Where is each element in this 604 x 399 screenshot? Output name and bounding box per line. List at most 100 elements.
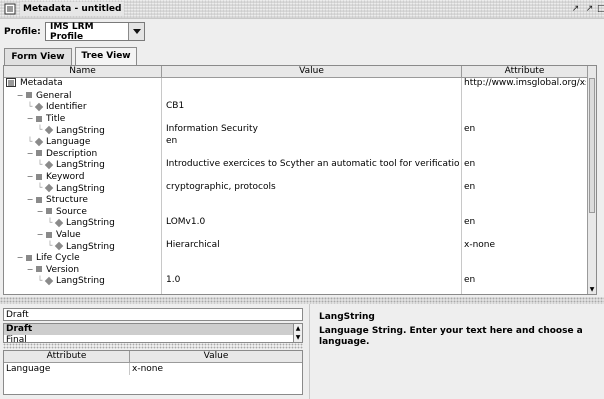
- list-scrollbar[interactable]: ▲ ▼: [293, 324, 302, 342]
- name-cell[interactable]: − Value: [4, 229, 160, 241]
- name-cell[interactable]: − Version: [4, 264, 160, 276]
- scroll-thumb[interactable]: [589, 78, 595, 213]
- value-cell[interactable]: [166, 252, 460, 264]
- editor-split-divider[interactable]: [3, 343, 303, 349]
- attribute-cell[interactable]: [464, 101, 586, 113]
- attribute-cell[interactable]: [464, 113, 586, 125]
- value-input[interactable]: Draft: [3, 308, 303, 321]
- value-list[interactable]: Draft Final ▲ ▼: [3, 323, 303, 343]
- table-row[interactable]: └ LangString cryptographic, protocols en: [4, 182, 596, 194]
- attribute-cell[interactable]: http://www.imsglobal.org/xs...: [464, 78, 586, 90]
- minimize-icon[interactable]: ↗: [570, 4, 581, 15]
- value-cell[interactable]: x-none: [130, 363, 302, 375]
- attribute-cell[interactable]: [464, 171, 586, 183]
- maximize-icon[interactable]: ↗: [584, 4, 595, 15]
- expander-icon[interactable]: −: [26, 171, 34, 183]
- name-cell[interactable]: └ LangString: [4, 159, 160, 171]
- expander-icon[interactable]: −: [36, 229, 44, 241]
- attribute-cell[interactable]: en: [464, 217, 586, 229]
- table-row[interactable]: − Title: [4, 113, 596, 125]
- name-cell[interactable]: − Life Cycle: [4, 252, 160, 264]
- value-cell[interactable]: 1.0: [166, 275, 460, 287]
- value-cell[interactable]: [166, 148, 460, 160]
- name-cell[interactable]: └ LangString: [4, 124, 160, 136]
- tab-form-view[interactable]: Form View: [4, 48, 72, 65]
- attribute-cell[interactable]: [464, 90, 586, 102]
- table-row[interactable]: └ LangString Information Security en: [4, 124, 596, 136]
- attribute-cell[interactable]: [464, 206, 586, 218]
- profile-select[interactable]: IMS LRM Profile: [45, 22, 145, 42]
- list-item[interactable]: Draft: [4, 324, 302, 335]
- name-cell[interactable]: − Source: [4, 206, 160, 218]
- attribute-cell[interactable]: x-none: [464, 240, 586, 252]
- table-row[interactable]: └ Language en: [4, 136, 596, 148]
- attribute-cell[interactable]: en: [464, 159, 586, 171]
- value-cell[interactable]: [166, 206, 460, 218]
- value-cell[interactable]: [166, 229, 460, 241]
- value-cell[interactable]: Introductive exercices to Scyther an aut…: [166, 159, 460, 171]
- value-cell[interactable]: cryptographic, protocols: [166, 182, 460, 194]
- value-cell[interactable]: Information Security: [166, 124, 460, 136]
- name-cell[interactable]: └ LangString: [4, 240, 160, 252]
- table-row[interactable]: └ Identifier CB1: [4, 101, 596, 113]
- column-header-value[interactable]: Value: [130, 351, 302, 363]
- value-cell[interactable]: [166, 194, 460, 206]
- expander-icon[interactable]: −: [26, 264, 34, 276]
- attribute-cell[interactable]: [464, 264, 586, 276]
- expander-icon[interactable]: −: [26, 113, 34, 125]
- table-row[interactable]: − Source: [4, 206, 596, 218]
- attribute-cell[interactable]: en: [464, 124, 586, 136]
- attribute-cell[interactable]: en: [464, 182, 586, 194]
- value-cell[interactable]: en: [166, 136, 460, 148]
- name-cell[interactable]: − Description: [4, 148, 160, 160]
- table-row[interactable]: └ LangString Hierarchical x-none: [4, 240, 596, 252]
- split-divider[interactable]: [0, 297, 604, 304]
- close-icon[interactable]: □: [597, 4, 604, 15]
- attribute-cell[interactable]: [464, 148, 586, 160]
- table-row[interactable]: Language x-none: [4, 363, 302, 375]
- name-cell[interactable]: └ LangString: [4, 182, 160, 194]
- name-cell[interactable]: └ Identifier: [4, 101, 160, 113]
- table-row[interactable]: − Life Cycle: [4, 252, 596, 264]
- expander-icon[interactable]: −: [26, 194, 34, 206]
- chevron-down-icon[interactable]: [128, 23, 144, 40]
- attribute-cell[interactable]: en: [464, 275, 586, 287]
- table-row[interactable]: − General: [4, 90, 596, 102]
- name-cell[interactable]: └ Language: [4, 136, 160, 148]
- column-header-attribute[interactable]: Attribute: [4, 351, 130, 363]
- attribute-cell[interactable]: [464, 194, 586, 206]
- value-cell[interactable]: [166, 171, 460, 183]
- expander-icon[interactable]: −: [16, 252, 24, 264]
- table-row[interactable]: − Keyword: [4, 171, 596, 183]
- table-row[interactable]: − Version: [4, 264, 596, 276]
- name-cell[interactable]: − Keyword: [4, 171, 160, 183]
- expander-icon[interactable]: −: [26, 148, 34, 160]
- vertical-scrollbar[interactable]: ▲ ▼: [587, 66, 596, 294]
- table-row[interactable]: └ LangString Introductive exercices to Scy…: [4, 159, 596, 171]
- attribute-cell[interactable]: [464, 136, 586, 148]
- value-cell[interactable]: CB1: [166, 101, 460, 113]
- name-cell[interactable]: − General: [4, 90, 160, 102]
- name-cell[interactable]: └ LangString: [4, 217, 160, 229]
- attribute-cell[interactable]: [464, 252, 586, 264]
- name-cell[interactable]: └ LangString: [4, 275, 160, 287]
- column-header-value[interactable]: Value: [162, 66, 462, 78]
- attribute-cell[interactable]: [464, 229, 586, 241]
- name-cell[interactable]: Metadata: [4, 78, 160, 90]
- value-cell[interactable]: Hierarchical: [166, 240, 460, 252]
- tab-tree-view[interactable]: Tree View: [75, 47, 137, 65]
- name-cell[interactable]: − Title: [4, 113, 160, 125]
- column-header-attribute[interactable]: Attribute: [462, 66, 588, 78]
- expander-icon[interactable]: −: [16, 90, 24, 102]
- name-cell[interactable]: − Structure: [4, 194, 160, 206]
- value-cell[interactable]: [166, 78, 460, 90]
- table-row[interactable]: − Description: [4, 148, 596, 160]
- list-item[interactable]: Final: [4, 335, 302, 342]
- scroll-down-icon[interactable]: ▼: [588, 285, 596, 294]
- attribute-cell[interactable]: Language: [4, 363, 130, 375]
- value-cell[interactable]: [166, 90, 460, 102]
- expander-icon[interactable]: −: [36, 206, 44, 218]
- table-row[interactable]: └ LangString LOMv1.0 en: [4, 217, 596, 229]
- table-row[interactable]: − Value: [4, 229, 596, 241]
- table-row[interactable]: Metadata http://www.imsglobal.org/xs...: [4, 78, 596, 90]
